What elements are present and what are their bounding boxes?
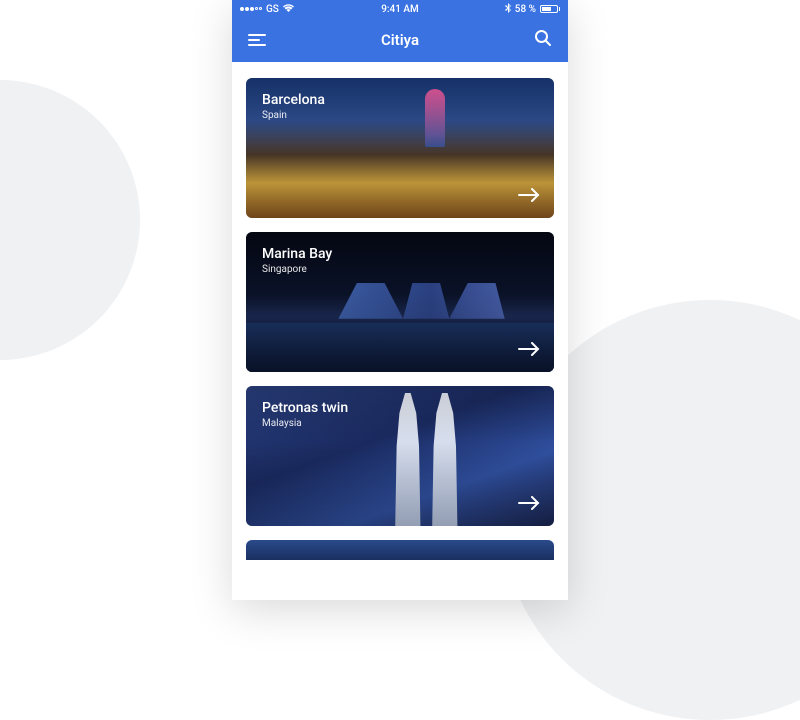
signal-dots-icon	[240, 7, 262, 11]
arrow-right-icon[interactable]	[518, 495, 540, 514]
city-subtitle: Malaysia	[262, 418, 538, 429]
city-card-peek[interactable]	[246, 540, 554, 560]
city-title: Marina Bay	[262, 246, 538, 262]
phone-frame: GS 9:41 AM 58 % Citiya	[232, 0, 568, 600]
wifi-icon	[283, 4, 294, 15]
background-circle	[0, 80, 140, 360]
arrow-right-icon[interactable]	[518, 187, 540, 206]
battery-icon	[540, 5, 560, 13]
status-bar: GS 9:41 AM 58 %	[232, 0, 568, 18]
city-subtitle: Singapore	[262, 264, 538, 275]
status-time: 9:41 AM	[381, 4, 419, 15]
city-title: Petronas twin	[262, 400, 538, 416]
carrier-label: GS	[266, 4, 279, 15]
city-card-marina-bay[interactable]: Marina Bay Singapore	[246, 232, 554, 372]
menu-button[interactable]	[248, 34, 266, 46]
city-card-petronas[interactable]: Petronas twin Malaysia	[246, 386, 554, 526]
city-subtitle: Spain	[262, 110, 538, 121]
search-button[interactable]	[534, 29, 552, 51]
nav-bar: Citiya	[232, 18, 568, 62]
bluetooth-icon	[505, 3, 511, 16]
city-list[interactable]: Barcelona Spain Marina Bay Singapore	[232, 62, 568, 600]
arrow-right-icon[interactable]	[518, 341, 540, 360]
app-title: Citiya	[381, 31, 419, 49]
city-card-barcelona[interactable]: Barcelona Spain	[246, 78, 554, 218]
city-title: Barcelona	[262, 92, 538, 108]
battery-label: 58 %	[515, 4, 536, 15]
